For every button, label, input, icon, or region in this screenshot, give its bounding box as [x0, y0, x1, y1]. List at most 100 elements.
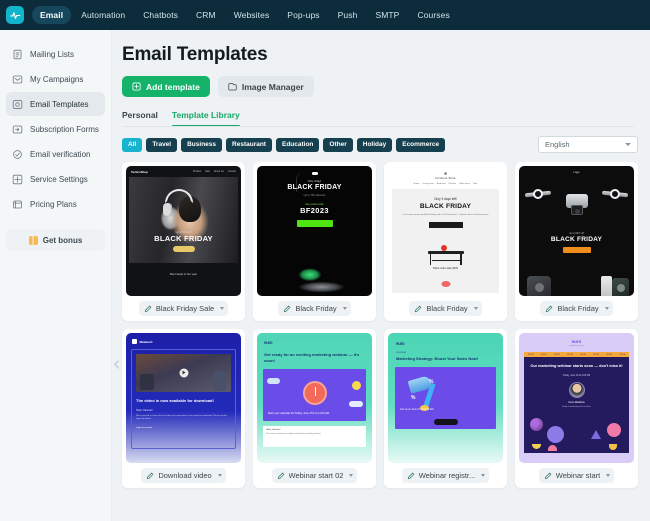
thumb-nav-link: Sale: [473, 183, 477, 185]
thumb-eyebrow: Only 3 days left!: [392, 189, 499, 201]
sidebar-item-label: Mailing Lists: [30, 50, 74, 59]
sidebar-item-label: Email Templates: [30, 100, 89, 109]
chip-restaurant[interactable]: Restaurant: [226, 138, 272, 152]
sidebar-item-subscription-forms[interactable]: Subscription Forms: [6, 117, 105, 141]
template-name: Webinar start: [556, 471, 600, 480]
add-template-button[interactable]: Add template: [122, 76, 210, 97]
template-card[interactable]: Only today! BLACK FRIDAY Up to 70% disco…: [253, 162, 376, 321]
chip-all[interactable]: All: [122, 138, 142, 152]
chevron-down-icon[interactable]: [343, 307, 347, 310]
chevron-down-icon[interactable]: [349, 474, 353, 477]
thumb-headline: BLACK FRIDAY: [519, 236, 634, 243]
card-footer: Webinar registr...: [384, 463, 507, 488]
thumb-hero-image: Up to 50% off BLACK FRIDAY: [129, 177, 238, 263]
template-name-pill[interactable]: Black Friday: [409, 301, 481, 316]
tab-personal[interactable]: Personal: [122, 110, 158, 127]
thumb-brand: euro: [388, 333, 503, 346]
thumb-greeting: Hello, Hannah!: [136, 409, 231, 412]
template-grid: TechnoShop Product Sale About Us Contact: [122, 162, 642, 488]
image-manager-button[interactable]: Image Manager: [218, 76, 314, 97]
thumb-eyebrow: WEBINAR: [396, 352, 495, 354]
template-name-pill[interactable]: Webinar start 02: [272, 468, 358, 483]
chip-business[interactable]: Business: [181, 138, 222, 152]
chevron-down-icon[interactable]: [606, 474, 610, 477]
thumb-date: Friday, June 19 at 2:00 PM: [524, 375, 629, 377]
nav-item-push[interactable]: Push: [330, 6, 366, 24]
chip-travel[interactable]: Travel: [146, 138, 177, 152]
template-card[interactable]: Logo up to 60% off BLACK FRIDAY: [515, 162, 638, 321]
card-footer: Webinar start 02: [253, 463, 376, 488]
sidebar-item-pricing-plans[interactable]: Pricing Plans: [6, 192, 105, 216]
chevron-down-icon: [625, 143, 631, 146]
chip-holiday[interactable]: Holiday: [357, 138, 392, 152]
sidebar-item-email-verification[interactable]: Email verification: [6, 142, 105, 166]
nav-item-chatbots[interactable]: Chatbots: [135, 6, 186, 24]
carousel-prev-button[interactable]: [112, 358, 122, 370]
chevron-down-icon[interactable]: [220, 307, 224, 310]
pencil-icon: [283, 305, 291, 313]
thumb-body: Don't miss it and join our highly antici…: [266, 433, 363, 436]
image-folder-icon: [228, 82, 237, 91]
template-thumbnail: Logo up to 60% off BLACK FRIDAY: [519, 166, 634, 296]
thumb-nav-link: Contact: [228, 170, 236, 174]
add-template-label: Add template: [146, 82, 200, 92]
sidebar-item-service-settings[interactable]: Service Settings: [6, 167, 105, 191]
nav-item-popups[interactable]: Pop-ups: [279, 6, 327, 24]
nav-item-email[interactable]: Email: [32, 6, 71, 24]
template-card[interactable]: euro Get ready for an exciting marketing…: [253, 329, 376, 488]
get-bonus-button[interactable]: Get bonus: [6, 229, 105, 251]
sidebar-item-label: Subscription Forms: [30, 125, 99, 134]
template-name-pill[interactable]: Webinar start: [539, 468, 614, 483]
thumb-logo-icon: [312, 172, 318, 175]
template-card[interactable]: ❅ Furniture Store Home Living room Bedro…: [384, 162, 507, 321]
thumb-nav-link: Office deco: [459, 183, 470, 185]
thumb-eyebrow: up to 60% off: [519, 232, 634, 235]
nav-item-smtp[interactable]: SMTP: [367, 6, 407, 24]
template-name-pill[interactable]: Webinar registr...: [402, 468, 490, 483]
chip-ecommerce[interactable]: Ecommerce: [396, 138, 445, 152]
template-card[interactable]: Metatech The video is now available for …: [122, 329, 245, 488]
strip-word: SOON: [620, 354, 626, 356]
template-name: Black Friday: [295, 304, 336, 313]
sidebar-item-email-templates[interactable]: Email Templates: [6, 92, 105, 116]
chevron-down-icon[interactable]: [481, 474, 485, 477]
nav-item-crm[interactable]: CRM: [188, 6, 224, 24]
template-card[interactable]: TechnoShop Product Sale About Us Contact: [122, 162, 245, 321]
sidebar-item-my-campaigns[interactable]: My Campaigns: [6, 67, 105, 91]
chevron-down-icon[interactable]: [474, 307, 478, 310]
card-footer: Black Friday Sale: [122, 296, 245, 321]
template-card[interactable]: euro WEBINAR Marketing Strategy: Boost Y…: [384, 329, 507, 488]
chip-education[interactable]: Education: [276, 138, 319, 152]
template-name-pill[interactable]: Black Friday Sale: [139, 301, 228, 316]
chevron-down-icon[interactable]: [218, 474, 222, 477]
chip-other[interactable]: Other: [323, 138, 352, 152]
thumb-speaker-role: Head of marketing at Euro Suite: [524, 406, 629, 408]
thumb-cta-button: [297, 220, 333, 227]
thumb-nav-link: Bedroom: [437, 183, 446, 185]
action-button-row: Add template Image Manager: [122, 76, 642, 97]
strip-word: SOON: [593, 354, 599, 356]
template-name-pill[interactable]: Black Friday: [278, 301, 350, 316]
strip-word: SOON: [554, 354, 560, 356]
template-card[interactable]: euro marketing suite SOON SOON SOON SOON…: [515, 329, 638, 488]
nav-item-websites[interactable]: Websites: [226, 6, 278, 24]
language-select-value: English: [545, 140, 570, 149]
chevron-down-icon[interactable]: [605, 307, 609, 310]
nav-item-courses[interactable]: Courses: [409, 6, 457, 24]
pulse-logo-icon[interactable]: [6, 6, 24, 24]
thumb-video-preview: [136, 354, 231, 392]
pencil-icon: [414, 305, 422, 313]
pencil-icon: [544, 472, 552, 480]
template-name-pill[interactable]: Download video: [141, 468, 225, 483]
sidebar-item-mailing-lists[interactable]: Mailing Lists: [6, 42, 105, 66]
thumb-brand-sub: marketing suite: [519, 345, 634, 347]
language-select[interactable]: English: [538, 136, 638, 153]
nav-item-automation[interactable]: Automation: [73, 6, 133, 24]
template-name-pill[interactable]: Black Friday: [540, 301, 612, 316]
thumb-brand: Metatech: [140, 340, 153, 344]
thumb-headline: BLACK FRIDAY: [257, 184, 372, 191]
template-thumbnail: euro Get ready for an exciting marketing…: [257, 333, 372, 463]
tab-template-library[interactable]: Template Library: [172, 110, 240, 127]
strip-word: SOON: [580, 354, 586, 356]
pencil-icon: [407, 472, 415, 480]
